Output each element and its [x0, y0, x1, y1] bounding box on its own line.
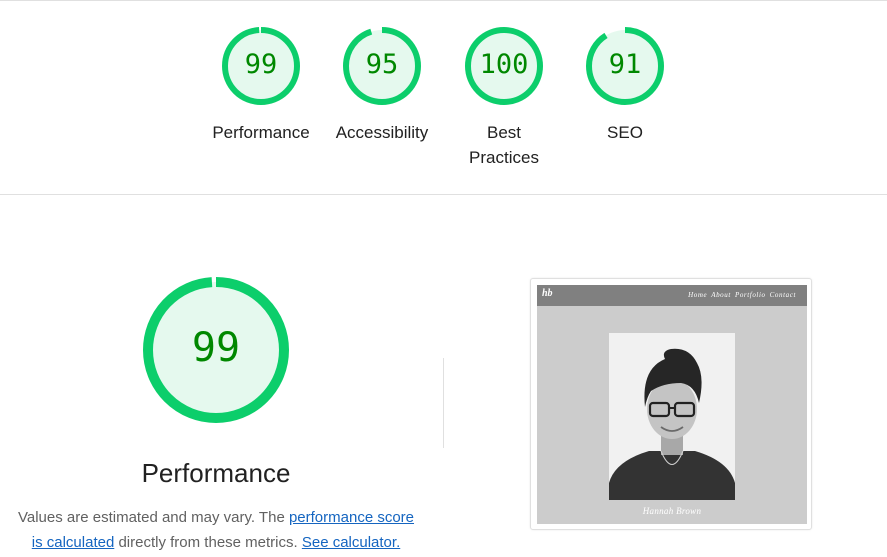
- performance-gauge-large: 99: [141, 275, 291, 425]
- gauge-label: Best Practices: [469, 123, 539, 167]
- section-divider: [0, 194, 887, 195]
- final-screenshot[interactable]: hb Home About Portfolio Contact Hannah B…: [530, 278, 812, 530]
- screenshot-navbar: hb Home About Portfolio Contact: [537, 285, 807, 306]
- gauge-score: 100: [479, 49, 529, 80]
- gauge-score: 91: [608, 49, 642, 80]
- lighthouse-report: 99 Performance 95 Accessibility 100 Best…: [0, 0, 887, 557]
- screenshot-nav-link: Portfolio: [734, 291, 766, 299]
- performance-title: Performance: [141, 458, 291, 488]
- performance-score: 99: [191, 325, 241, 371]
- gauge-ring: 99: [221, 26, 301, 106]
- portrait-photo: [609, 333, 735, 500]
- gauge-ring: 100: [464, 26, 544, 106]
- gauge-ring: 91: [585, 26, 665, 106]
- gauge-performance[interactable]: 99 Performance: [201, 26, 321, 145]
- screenshot-nav-link: Contact: [769, 291, 796, 299]
- screenshot-logo: hb: [542, 288, 553, 299]
- gauge-label: Accessibility: [335, 123, 429, 142]
- portrait-image: [609, 333, 735, 500]
- gauge-seo[interactable]: 91 SEO: [565, 26, 685, 145]
- gauge-label: SEO: [607, 123, 643, 142]
- screenshot-nav-links: Home About Portfolio Contact: [684, 291, 796, 299]
- performance-note: Values are estimated and may vary. The p…: [14, 505, 418, 555]
- gauge-ring: 95: [342, 26, 422, 106]
- gauge-score: 99: [244, 49, 278, 80]
- screenshot-nav-link: About: [711, 291, 731, 299]
- vertical-divider: [443, 358, 444, 448]
- score-summary: 99 Performance 95 Accessibility 100 Best…: [0, 0, 887, 194]
- gauge-accessibility[interactable]: 95 Accessibility: [322, 26, 442, 145]
- gauge-score: 95: [365, 49, 399, 80]
- gauge-best-practices[interactable]: 100 Best Practices: [444, 26, 564, 170]
- screenshot-nav-link: Home: [688, 291, 708, 299]
- see-calculator-link[interactable]: See calculator.: [302, 534, 400, 551]
- gauge-label: Performance: [212, 123, 310, 142]
- screenshot-image: hb Home About Portfolio Contact Hannah B…: [537, 285, 807, 524]
- note-text: directly from these metrics.: [114, 534, 302, 551]
- note-text: Values are estimated and may vary. The: [17, 509, 289, 526]
- screenshot-name: Hannah Brown: [642, 506, 702, 516]
